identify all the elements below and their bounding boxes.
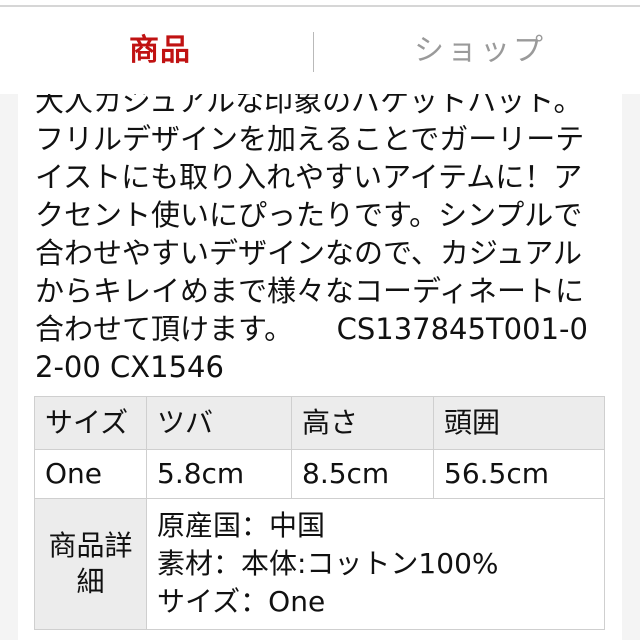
- spec-value-size: One: [34, 449, 147, 499]
- table-row-headers: サイズ ツバ 高さ 頭囲: [34, 396, 605, 450]
- spec-header-detail: 商品詳細: [34, 498, 147, 630]
- tab-divider: [313, 32, 314, 72]
- product-description: 大人カジュアルな印象のバケットハット。フリルデザインを加えることでガーリーテイス…: [35, 94, 588, 384]
- spec-value-brim: 5.8cm: [146, 449, 292, 499]
- spec-value-detail: 原産国：中国 素材：本体:コットン100% サイズ：One: [146, 498, 605, 630]
- spec-header-height: 高さ: [291, 396, 434, 450]
- tab-shop[interactable]: ショップ: [320, 7, 640, 94]
- spec-value-height: 8.5cm: [291, 449, 434, 499]
- spec-header-brim: ツバ: [146, 396, 292, 450]
- left-gutter: [0, 94, 18, 640]
- detail-line-origin: 原産国：中国: [157, 509, 326, 542]
- right-gutter: [622, 94, 640, 640]
- tab-bar: 商品 ショップ: [0, 7, 640, 94]
- tab-product-label: 商品: [129, 32, 191, 68]
- tab-shop-label: ショップ: [414, 32, 546, 68]
- tab-product[interactable]: 商品: [0, 7, 320, 94]
- content-card: 大人カジュアルな印象のバケットハット。フリルデザインを加えることでガーリーテイス…: [18, 94, 622, 640]
- table-row-detail: 商品詳細 原産国：中国 素材：本体:コットン100% サイズ：One: [34, 498, 605, 630]
- spec-value-circumference: 56.5cm: [433, 449, 605, 499]
- spec-header-circumference: 頭囲: [433, 396, 605, 450]
- detail-line-material: 素材：本体:コットン100%: [157, 547, 499, 580]
- spec-header-size: サイズ: [34, 396, 147, 450]
- detail-line-size: サイズ：One: [157, 585, 326, 618]
- spec-table: サイズ ツバ 高さ 頭囲 One 5.8cm 8.5cm 56.5cm 商品詳細: [34, 396, 605, 630]
- table-row-values: One 5.8cm 8.5cm 56.5cm: [34, 449, 605, 499]
- product-detail-screen: 商品 ショップ 大人カジュアルな印象のバケットハット。フリルデザインを加えること…: [0, 0, 640, 640]
- content-scroll-area[interactable]: 大人カジュアルな印象のバケットハット。フリルデザインを加えることでガーリーテイス…: [0, 94, 640, 640]
